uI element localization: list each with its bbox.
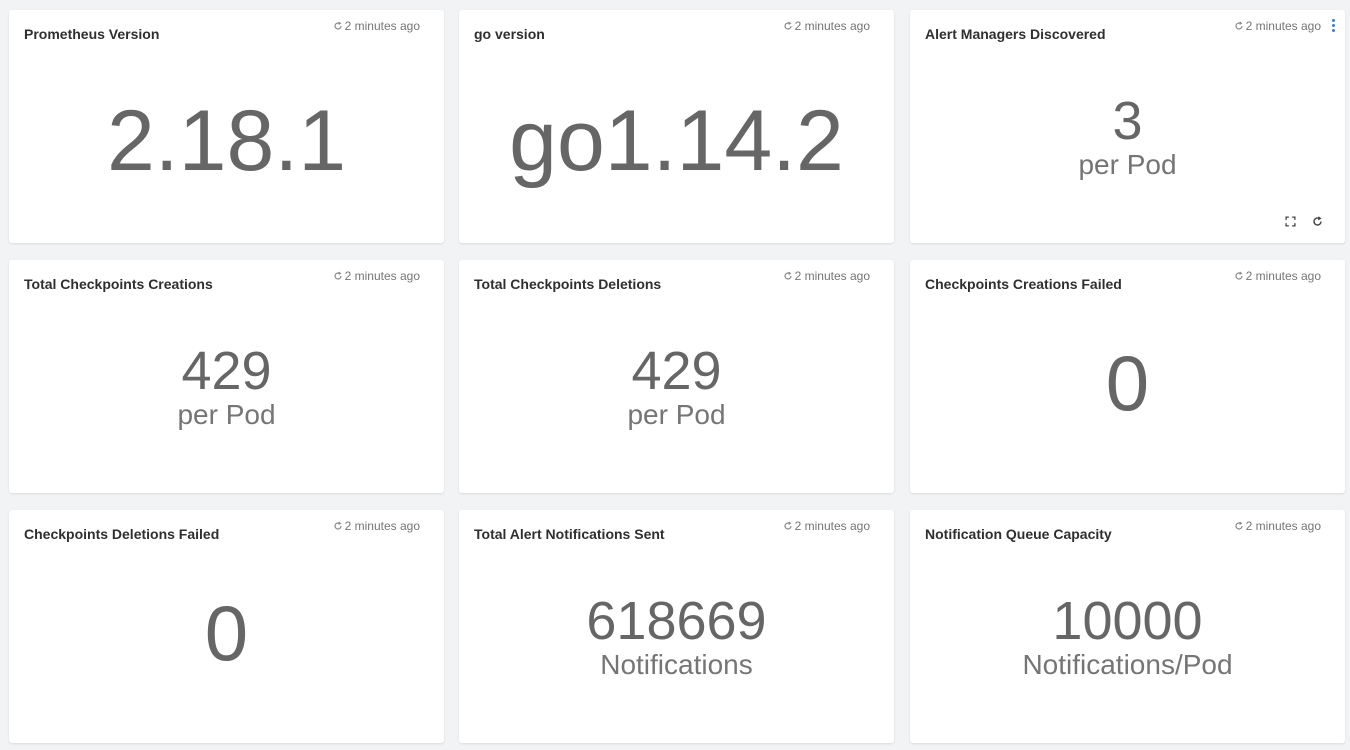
- card-title: Checkpoints Deletions Failed: [24, 526, 220, 542]
- stat-unit: per Pod: [627, 399, 726, 430]
- refresh-time: 2 minutes ago: [344, 269, 420, 283]
- refresh-icon: [1235, 271, 1243, 280]
- refresh-time: 2 minutes ago: [344, 19, 420, 33]
- stat-value: 10000: [1052, 591, 1203, 651]
- stat-unit: per Pod: [177, 399, 276, 430]
- card-title: Alert Managers Discovered: [925, 26, 1106, 42]
- card-title: Total Checkpoints Deletions: [474, 276, 662, 292]
- stat-unit: Notifications: [600, 649, 753, 680]
- refresh-time: 2 minutes ago: [1245, 19, 1321, 33]
- card-tools: [1285, 216, 1323, 227]
- card-title: Notification Queue Capacity: [925, 526, 1112, 542]
- fullscreen-icon[interactable]: [1285, 216, 1296, 227]
- card-title: go version: [474, 26, 545, 42]
- stat-value: 0: [204, 589, 249, 677]
- refresh-icon: [334, 521, 342, 530]
- refresh-status: 2 minutes ago: [783, 19, 870, 33]
- refresh-icon: [1235, 21, 1243, 30]
- reload-icon[interactable]: [1312, 216, 1323, 227]
- refresh-status: 2 minutes ago: [333, 519, 420, 533]
- total-checkpoints-creations-card[interactable]: Total Checkpoints Creations 2 minutes ag…: [9, 260, 444, 493]
- refresh-time: 2 minutes ago: [1245, 269, 1321, 283]
- refresh-status: 2 minutes ago: [1234, 269, 1321, 283]
- stat-value: go1.14.2: [509, 93, 844, 189]
- refresh-status: 2 minutes ago: [1234, 519, 1321, 533]
- refresh-time: 2 minutes ago: [794, 269, 870, 283]
- stat-value: 3: [1112, 91, 1143, 151]
- refresh-status: 2 minutes ago: [333, 19, 420, 33]
- refresh-icon: [784, 21, 792, 30]
- card-title: Total Checkpoints Creations: [24, 276, 213, 292]
- refresh-time: 2 minutes ago: [794, 519, 870, 533]
- total-checkpoints-deletions-card[interactable]: Total Checkpoints Deletions 2 minutes ag…: [459, 260, 894, 493]
- refresh-icon: [784, 521, 792, 530]
- refresh-time: 2 minutes ago: [344, 519, 420, 533]
- card-title: Checkpoints Creations Failed: [925, 276, 1122, 292]
- notification-queue-capacity-card[interactable]: Notification Queue Capacity 2 minutes ag…: [910, 510, 1345, 743]
- stat-value: 618669: [586, 591, 767, 651]
- stat-value: 2.18.1: [106, 93, 347, 189]
- go-version-card[interactable]: go version 2 minutes ago go1.14.2: [459, 10, 894, 243]
- refresh-icon: [784, 271, 792, 280]
- stat-unit: per Pod: [1078, 149, 1177, 180]
- stat-value: 429: [631, 341, 722, 401]
- card-title: Total Alert Notifications Sent: [474, 526, 665, 542]
- alert-managers-discovered-card[interactable]: Alert Managers Discovered 2 minutes ago …: [910, 10, 1345, 243]
- total-alert-notifications-sent-card[interactable]: Total Alert Notifications Sent 2 minutes…: [459, 510, 894, 743]
- more-vertical-icon[interactable]: [1330, 19, 1336, 35]
- refresh-icon: [334, 271, 342, 280]
- refresh-status: 2 minutes ago: [333, 269, 420, 283]
- refresh-icon: [334, 21, 342, 30]
- checkpoints-creations-failed-card[interactable]: Checkpoints Creations Failed 2 minutes a…: [910, 260, 1345, 493]
- refresh-time: 2 minutes ago: [1245, 519, 1321, 533]
- dashboard-grid: Prometheus Version 2 minutes ago 2.18.1 …: [0, 0, 1350, 750]
- card-title: Prometheus Version: [24, 26, 160, 42]
- stat-unit: Notifications/Pod: [1022, 649, 1233, 680]
- stat-value: 429: [181, 341, 272, 401]
- checkpoints-deletions-failed-card[interactable]: Checkpoints Deletions Failed 2 minutes a…: [9, 510, 444, 743]
- stat-value: 0: [1105, 339, 1150, 427]
- refresh-icon: [1235, 521, 1243, 530]
- refresh-status: 2 minutes ago: [1234, 19, 1321, 33]
- refresh-time: 2 minutes ago: [794, 19, 870, 33]
- refresh-status: 2 minutes ago: [783, 519, 870, 533]
- refresh-status: 2 minutes ago: [783, 269, 870, 283]
- prometheus-version-card[interactable]: Prometheus Version 2 minutes ago 2.18.1: [9, 10, 444, 243]
